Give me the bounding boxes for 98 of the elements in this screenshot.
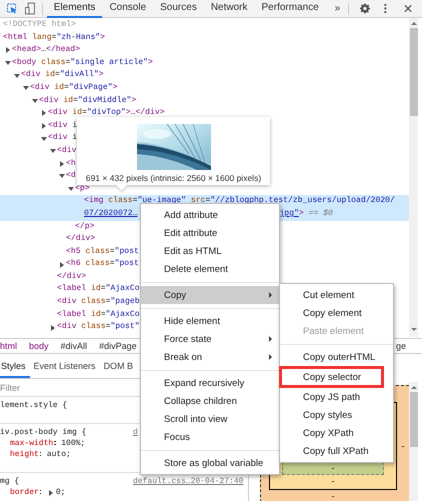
dom-node-text[interactable]: </p> xyxy=(75,220,94,234)
panel-tab[interactable]: Sources xyxy=(153,0,204,18)
menu-item[interactable]: Collapse children xyxy=(141,392,279,410)
disclosure-triangle-icon[interactable] xyxy=(60,262,64,268)
panel-tab[interactable]: Performance xyxy=(254,0,326,18)
disclosure-triangle-icon[interactable] xyxy=(50,149,56,154)
menu-item[interactable]: Copy outerHTML xyxy=(280,348,393,366)
dom-node-text[interactable]: <h5 class="post xyxy=(66,246,139,258)
dom-node-text[interactable]: <div class="pageb xyxy=(57,296,140,309)
dom-node-text[interactable]: <div id="divAll"> xyxy=(21,69,104,82)
dom-node-text[interactable]: <h xyxy=(66,158,76,170)
menu-item[interactable]: Add attribute xyxy=(141,206,279,224)
css-value[interactable]: auto; xyxy=(46,449,71,460)
menu-item[interactable]: Copy xyxy=(141,286,279,304)
css-selector: iv.post-body img { xyxy=(0,427,88,438)
margin-value: - xyxy=(332,490,334,501)
menu-item[interactable]: Copy element xyxy=(280,304,393,322)
css-value[interactable]: 100%; xyxy=(61,438,86,449)
disclosure-triangle-icon[interactable] xyxy=(42,123,46,130)
breadcrumb[interactable]: body xyxy=(29,341,49,351)
dom-node-text[interactable]: <label id="AjaxCo xyxy=(57,283,140,296)
image-size-text: 691 × 432 pixels (intrinsic: 2560 × 1600 pixels) xyxy=(86,173,262,183)
disclosure-triangle-icon[interactable] xyxy=(5,61,11,66)
menu-item[interactable]: Copy selector xyxy=(282,369,381,385)
panel-tab[interactable]: DOM B xyxy=(102,357,138,378)
scrollbar[interactable] xyxy=(409,382,418,501)
menu-item[interactable]: Break on xyxy=(141,348,279,366)
margin-value: - xyxy=(400,440,406,452)
menu-item[interactable]: Edit as HTML xyxy=(141,242,279,260)
padding-value: - xyxy=(332,462,334,474)
menu-item[interactable]: Focus xyxy=(141,428,279,446)
inspect-icon[interactable] xyxy=(7,3,17,14)
breadcrumb[interactable]: #divPage xyxy=(99,341,137,351)
dom-node-text[interactable]: </div> xyxy=(66,233,96,246)
submenu-arrow-icon xyxy=(269,354,272,360)
submenu-arrow-icon xyxy=(269,336,272,342)
breadcrumb[interactable]: ge xyxy=(396,341,406,351)
dom-node-text[interactable]: <d xyxy=(66,170,76,183)
menu-item[interactable]: Scroll into view xyxy=(141,410,279,428)
css-selector: lement.style { xyxy=(0,400,68,411)
menu-item[interactable]: Copy full XPath xyxy=(280,442,393,460)
menu-item[interactable]: Store as global variable xyxy=(141,454,279,472)
menu-item[interactable]: Delete element xyxy=(141,260,279,278)
menu-item[interactable]: Edit attribute xyxy=(141,224,279,242)
dom-node-text[interactable]: <h6 class="post xyxy=(66,258,139,271)
menu-item[interactable]: Copy XPath xyxy=(280,424,393,442)
breadcrumb[interactable]: html xyxy=(0,341,18,351)
dom-node-text[interactable]: <div i xyxy=(48,132,78,145)
dom-node-text[interactable]: <label id="AjaxCo xyxy=(57,308,140,322)
menu-item[interactable]: Force state xyxy=(141,330,279,348)
border-value: - xyxy=(332,475,334,487)
submenu-arrow-icon xyxy=(269,292,272,298)
disclosure-triangle-icon[interactable] xyxy=(59,174,65,178)
disclosure-triangle-icon[interactable] xyxy=(23,86,29,90)
close-icon[interactable] xyxy=(404,4,412,13)
panel-tab[interactable]: Styles xyxy=(0,357,30,378)
scrollbar[interactable] xyxy=(409,18,418,337)
dom-node-text[interactable]: <head>…</head> xyxy=(12,44,80,57)
dom-node-text[interactable]: <div xyxy=(57,144,76,158)
disclosure-triangle-icon[interactable] xyxy=(60,160,64,167)
dom-node-text[interactable]: 07/2020072… xyxy=(84,208,138,220)
dom-node-text[interactable]: <p> xyxy=(75,182,90,196)
dom-node-text[interactable]: <div id="divTop">…</div> xyxy=(48,107,165,120)
disclosure-triangle-icon[interactable] xyxy=(42,110,46,116)
css-value[interactable]: 0; xyxy=(56,487,66,498)
dom-node-text[interactable]: <body class="single article"> xyxy=(12,56,153,70)
disclosure-triangle-icon[interactable] xyxy=(32,98,38,103)
panel-tab[interactable]: Event Listeners xyxy=(32,357,100,378)
dom-node-text[interactable]: <div class="post" xyxy=(57,321,140,334)
more-tabs-button[interactable]: » xyxy=(330,3,346,14)
disclosure-triangle-icon[interactable] xyxy=(14,74,20,78)
dom-node-text[interactable]: jpg"> == $0 xyxy=(279,208,333,220)
disclosure-triangle-icon[interactable] xyxy=(51,324,55,331)
panel-tab[interactable]: Network xyxy=(204,0,255,18)
disclosure-triangle-icon[interactable] xyxy=(41,136,47,141)
source-link[interactable]: default.css…20-04-27:40 xyxy=(133,476,248,487)
css-selector: mg { xyxy=(0,476,20,487)
menu-item[interactable]: Expand recursively xyxy=(141,374,279,392)
dom-node-text[interactable]: <div i xyxy=(48,120,78,132)
dom-node-text[interactable]: <div id="divPage"> xyxy=(30,82,118,95)
breadcrumb[interactable]: #divAll xyxy=(60,341,88,351)
menu-item[interactable]: Hide element xyxy=(141,312,279,330)
panel-tab[interactable]: Elements xyxy=(46,0,102,18)
menu-item[interactable]: Cut element xyxy=(280,286,393,304)
menu-icon[interactable] xyxy=(384,3,387,14)
panel-tab[interactable]: Console xyxy=(102,0,154,18)
dom-node-text[interactable]: </div> xyxy=(57,270,86,284)
dom-node-text[interactable]: <div id="divMiddle"> xyxy=(39,94,136,108)
device-icon[interactable] xyxy=(24,2,35,15)
menu-item[interactable]: Copy JS path xyxy=(280,388,393,406)
css-property[interactable]: height xyxy=(10,449,39,460)
settings-icon[interactable] xyxy=(360,3,370,14)
disclosure-triangle-icon[interactable] xyxy=(6,47,10,54)
css-property[interactable]: max-width xyxy=(10,438,54,449)
css-property[interactable]: border xyxy=(10,487,39,498)
expand-triangle-icon[interactable] xyxy=(48,490,53,496)
menu-item[interactable]: Copy styles xyxy=(280,406,393,424)
dom-node-text[interactable]: <html lang="zh-Hans"> xyxy=(3,32,106,44)
